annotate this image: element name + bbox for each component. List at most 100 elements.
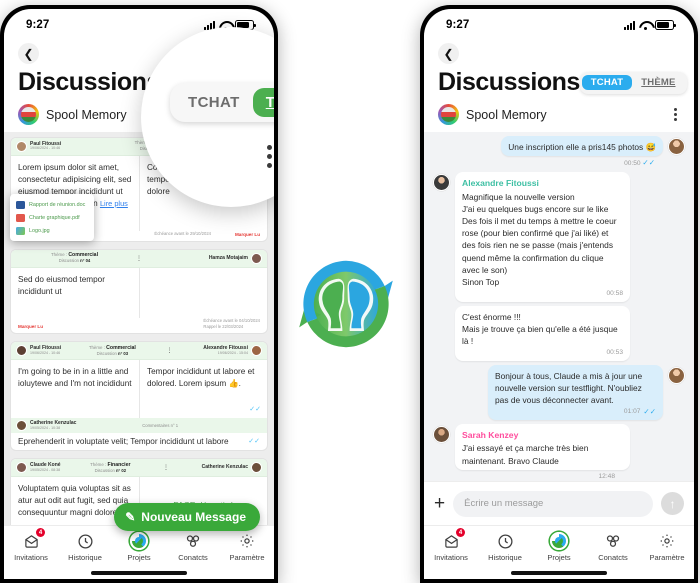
avatar	[668, 366, 685, 384]
tab-label: Paramètre	[229, 553, 265, 562]
user-name: Hamza Motajaim	[208, 255, 248, 261]
card-menu-icon[interactable]: ⋮	[164, 347, 176, 354]
tab-invitations[interactable]: 4 Invitations	[5, 528, 57, 562]
tab-parametre[interactable]: Paramètre	[641, 532, 693, 562]
magnified-kebab-menu-icon[interactable]	[267, 145, 272, 168]
projects-ring-icon	[550, 532, 568, 550]
theme-label: Thème :	[88, 344, 105, 350]
send-button[interactable]: ↑	[661, 492, 684, 515]
pdf-file-icon	[16, 213, 25, 222]
sender-name: Sarah Kenzey	[462, 429, 519, 440]
card-left-user: Paul Fitoussi 19/06/2024 - 10:46	[16, 141, 61, 152]
tab-label: Projets	[547, 553, 571, 562]
discussion-card[interactable]: Paul Fitoussi 19/06/2024 - 10:46 Thème :…	[10, 341, 268, 452]
message-bubble-incoming[interactable]: C'est énorme !!! Mais je trouve ça bien …	[455, 305, 630, 361]
page-title: Discussions	[18, 68, 160, 96]
discussion-number: n° 02	[115, 467, 127, 473]
mark-read-link[interactable]: Marquer Lu	[235, 232, 260, 237]
card-footer: Marquer Lu Échéance avant le 04/10/2024 …	[11, 318, 267, 333]
echeance-right: Échéance avant le 29/10/2024	[154, 231, 211, 237]
discussion-label: Discussion	[96, 350, 117, 356]
message-bubble-incoming[interactable]: Sarah Kenzey J'ai essayé et ça marche tr…	[455, 423, 630, 470]
page-title: Discussions	[438, 68, 580, 96]
magnified-segment-tchat[interactable]: TCHAT	[175, 88, 253, 117]
discussion-card[interactable]: Thème : Commercial Discussion n° 04 ⋮ Ha…	[10, 249, 268, 335]
clock-icon	[496, 532, 514, 550]
message-bubble-outgoing[interactable]: Bonjour à tous, Claude a mis à jour une …	[488, 364, 663, 420]
workspace-name: Spool Memory	[46, 107, 127, 122]
tab-label: Historique	[68, 553, 102, 562]
kebab-menu-icon[interactable]	[671, 105, 680, 124]
segment-theme[interactable]: THÈME	[632, 75, 684, 91]
discussion-card-header: Thème : Commercial Discussion n° 04 ⋮ Ha…	[11, 250, 267, 269]
bottom-tab-bar-left[interactable]: 4 Invitations Historique Projets Conatct…	[4, 525, 274, 579]
bottom-tab-bar-right[interactable]: 4 Invitations Historique Projets Conatct…	[424, 525, 694, 579]
status-bar-right: 9:27	[424, 9, 694, 37]
read-ticks-icon: ✓✓	[249, 406, 261, 414]
mark-read-link[interactable]: Marquer Lu	[18, 324, 43, 329]
avatar	[433, 174, 450, 192]
discussion-card-body: I'm going to be in in a little and ioluy…	[11, 360, 267, 419]
back-button[interactable]: ❮	[18, 43, 39, 64]
workspace-logo-icon	[438, 104, 459, 125]
user-date: 19/06/2024 - 10:46	[30, 350, 61, 355]
card-left-text: Sed do eiusmod tempor incididunt ut	[18, 275, 105, 297]
magnified-segment-theme[interactable]: THÈME	[252, 88, 274, 117]
magnified-segment-control[interactable]: TCHAT THÈME	[170, 83, 274, 122]
back-button[interactable]: ❮	[438, 43, 459, 64]
document-item[interactable]: Charte graphique.pdf	[10, 211, 94, 224]
tab-label: Conatcts	[598, 553, 628, 562]
message-composer[interactable]: + Écrire un message ↑	[424, 481, 694, 525]
read-more-link[interactable]: Lire plus	[100, 199, 128, 208]
message-text: Magnifique la nouvelle version J'ai eu q…	[462, 191, 617, 287]
message-time: 01:07	[623, 408, 641, 416]
message-bubble-outgoing[interactable]: Une inscription elle a pris145 photos 😅	[501, 136, 663, 157]
battery-icon	[655, 20, 676, 30]
tab-historique[interactable]: Historique	[59, 532, 111, 562]
discussion-card-header: Paul Fitoussi 19/06/2024 - 10:46 Thème :…	[11, 342, 267, 361]
user-date: 19/05/2024 - 08:38	[30, 467, 61, 472]
document-name: Logo.jpg	[29, 227, 50, 234]
left-phone-frame: 9:27 ❮ Discussions TCHAT THÈME Spool	[0, 5, 278, 583]
document-item[interactable]: Rapport de réunion.doc	[10, 198, 94, 211]
inbox-icon: 4	[442, 528, 465, 550]
workspace-left: Spool Memory	[438, 104, 547, 125]
new-message-button[interactable]: ✎ Nouveau Message	[114, 503, 260, 531]
card-theme-info: Thème : Commercial Discussion n° 03	[88, 344, 136, 356]
time-value: 12:48	[598, 472, 615, 480]
card-menu-icon[interactable]: ⋮	[133, 255, 145, 262]
message-input[interactable]: Écrire un message	[453, 490, 653, 517]
card-menu-icon[interactable]: ⋮	[160, 464, 172, 471]
tab-parametre[interactable]: Paramètre	[221, 532, 273, 562]
tab-contacts[interactable]: Conatcts	[587, 532, 639, 562]
card-right-column	[139, 268, 267, 319]
segment-tchat[interactable]: TCHAT	[581, 74, 633, 91]
screenshot-stage: 9:27 ❮ Discussions TCHAT THÈME Spool	[0, 0, 700, 583]
echeance-right: Échéance avant le 04/10/2024 Rappel le 2…	[203, 318, 260, 329]
card-right-user: Alexandre Fitoussi 19/06/2024 - 15:04	[203, 345, 262, 357]
message-text: C'est énorme !!! Mais je trouve ça bien …	[462, 311, 618, 347]
card-left-column: I'm going to be in in a little and ioluy…	[11, 360, 139, 418]
user-date: 19/05/2024 - 10:38	[30, 425, 61, 430]
home-indicator	[511, 571, 607, 575]
card-theme-info: Thème : Financier Discussion n° 02	[90, 462, 130, 473]
plus-icon[interactable]: +	[434, 494, 445, 513]
chat-message-list[interactable]: Une inscription elle a pris145 photos 😅 …	[424, 132, 694, 538]
documents-popup[interactable]: Rapport de réunion.doc Charte graphique.…	[10, 194, 94, 241]
tab-label: Conatcts	[178, 553, 208, 562]
tab-historique[interactable]: Historique	[479, 532, 531, 562]
segment-control-right[interactable]: TCHAT THÈME	[579, 71, 687, 94]
message-text: J'ai essayé et ça marche très bien maint…	[462, 443, 589, 466]
read-ticks-icon: ✓✓	[248, 438, 260, 446]
contacts-icon	[604, 532, 622, 550]
avatar	[250, 345, 262, 357]
image-file-icon	[16, 226, 25, 235]
tab-projets[interactable]: Projets	[533, 532, 585, 562]
document-name: Charte graphique.pdf	[29, 214, 80, 221]
discussion-number: n° 03	[118, 350, 129, 356]
tab-projets[interactable]: Projets	[113, 532, 165, 562]
document-item[interactable]: Logo.jpg	[10, 224, 94, 237]
message-bubble-incoming[interactable]: Alexandre Fitoussi Magnifique la nouvell…	[455, 172, 630, 302]
tab-invitations[interactable]: 4 Invitations	[425, 528, 477, 562]
tab-contacts[interactable]: Conatcts	[167, 532, 219, 562]
